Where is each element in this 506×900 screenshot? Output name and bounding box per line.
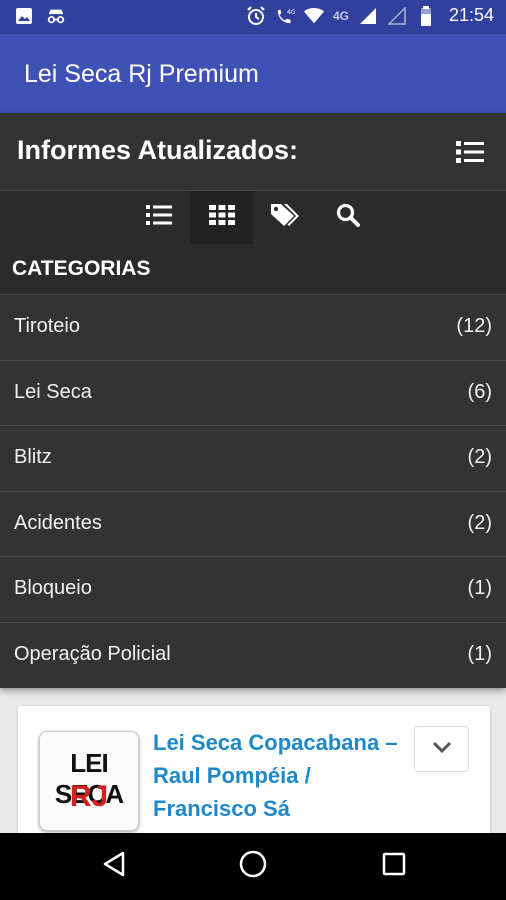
- back-button[interactable]: [96, 848, 132, 884]
- category-count: (1): [467, 642, 492, 665]
- home-icon: [238, 849, 268, 884]
- category-name: Blitz: [14, 446, 52, 469]
- list-icon: [145, 205, 172, 230]
- chevron-down-icon: [432, 740, 452, 758]
- post-card: LEI SECA RJ Lei Seca Copacabana – Raul P…: [18, 706, 490, 846]
- categories-title: CATEGORIAS: [12, 257, 151, 280]
- post-title-link[interactable]: Lei Seca Copacabana – Raul Pompéia / Fra…: [153, 726, 408, 825]
- network-type-label: 4G: [332, 8, 349, 23]
- category-count: (2): [467, 446, 492, 469]
- expand-button[interactable]: [414, 726, 469, 772]
- category-item[interactable]: Lei Seca (6): [0, 361, 506, 427]
- category-count: (2): [467, 511, 492, 534]
- category-name: Bloqueio: [14, 577, 92, 600]
- post-thumbnail[interactable]: LEI SECA RJ: [39, 731, 139, 831]
- categories-header: CATEGORIAS: [0, 244, 506, 295]
- category-name: Operação Policial: [14, 642, 171, 665]
- system-nav-bar: [0, 833, 506, 900]
- category-item[interactable]: Bloqueio (1): [0, 557, 506, 623]
- category-list: Tiroteio (12) Lei Seca (6) Blitz (2) Aci…: [0, 295, 506, 689]
- search-button[interactable]: [316, 191, 379, 244]
- battery-icon: [416, 5, 436, 26]
- back-icon: [101, 850, 127, 883]
- svg-text:4G: 4G: [287, 9, 295, 16]
- category-item[interactable]: Operação Policial (1): [0, 623, 506, 689]
- search-icon: [336, 203, 360, 232]
- category-name: Lei Seca: [14, 380, 92, 403]
- category-name: Acidentes: [14, 511, 102, 534]
- tags-button[interactable]: [253, 191, 316, 244]
- recents-icon: [381, 851, 407, 882]
- image-icon: [14, 6, 34, 26]
- updates-panel: Informes Atualizados: CATEGORIAS Tirotei…: [0, 113, 506, 688]
- screen: 4G 4G 21:54 Lei Seca Rj Premium Informes…: [0, 0, 506, 900]
- status-bar: 4G 4G 21:54: [0, 0, 506, 34]
- app-title: Lei Seca Rj Premium: [24, 60, 259, 88]
- category-count: (6): [467, 380, 492, 403]
- category-count: (12): [456, 315, 492, 337]
- alarm-icon: [246, 5, 266, 26]
- signal-icon: [358, 6, 378, 26]
- list-icon[interactable]: [456, 140, 484, 164]
- wifi-icon: [303, 6, 324, 26]
- category-count: (1): [467, 577, 492, 600]
- signal-empty-icon: [387, 6, 407, 26]
- category-item[interactable]: Acidentes (2): [0, 492, 506, 558]
- category-item[interactable]: Tiroteio (12): [0, 295, 506, 361]
- app-bar: Lei Seca Rj Premium: [0, 34, 506, 113]
- wifi-call-icon: 4G: [275, 6, 295, 26]
- home-button[interactable]: [235, 848, 271, 884]
- panel-heading: Informes Atualizados:: [17, 135, 299, 165]
- grid-icon: [208, 205, 235, 230]
- recents-button[interactable]: [376, 848, 412, 884]
- logo-line-2: RJ: [69, 780, 109, 813]
- grid-view-button[interactable]: [190, 191, 253, 244]
- incognito-icon: [46, 6, 66, 26]
- category-name: Tiroteio: [14, 315, 80, 337]
- category-item[interactable]: Blitz (2): [0, 426, 506, 492]
- tags-icon: [270, 203, 300, 232]
- clock: 21:54: [448, 5, 494, 25]
- list-view-button[interactable]: [127, 191, 190, 244]
- view-toolbar: [0, 191, 506, 244]
- panel-header: Informes Atualizados:: [0, 113, 506, 191]
